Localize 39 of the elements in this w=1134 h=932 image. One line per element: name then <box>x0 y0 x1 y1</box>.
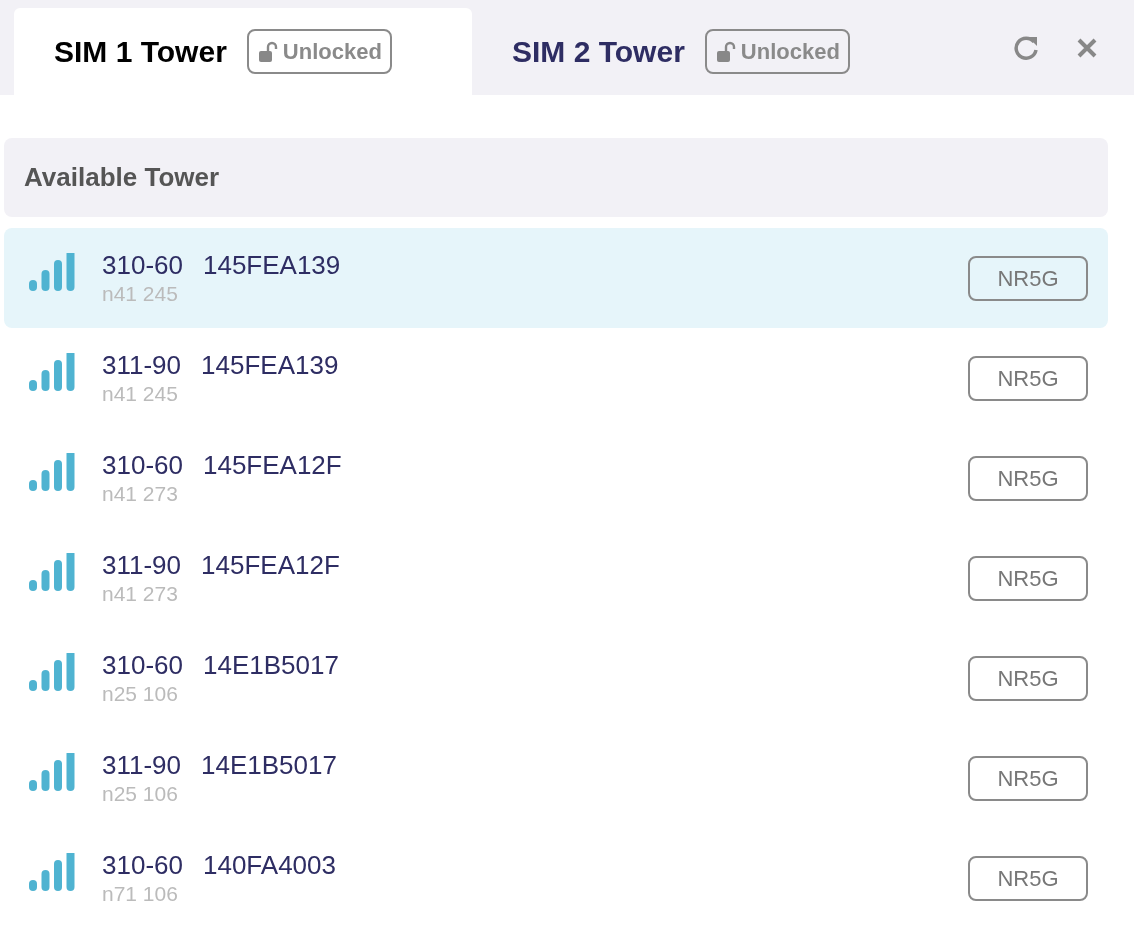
band-info: n71 106 <box>102 881 179 907</box>
cell-id: 145FEA12F <box>201 549 340 581</box>
tab-label: SIM 2 Tower <box>512 34 685 70</box>
band-info: n41 273 <box>102 481 179 507</box>
open-lock-icon <box>256 40 279 63</box>
band-info: n41 245 <box>102 381 179 407</box>
technology-tag: NR5G <box>968 755 1088 801</box>
tab[interactable]: SIM 1 Tower Unlocked <box>14 8 472 95</box>
operator-code: 310-60 <box>102 849 183 881</box>
cell-id: 14E1B5017 <box>202 649 339 681</box>
close-icon[interactable] <box>1076 36 1098 59</box>
lock-status-badge: Unlocked <box>246 29 392 74</box>
band-info: n41 273 <box>102 581 179 607</box>
operator-code: 310-60 <box>102 649 183 681</box>
cell-id: 145FEA12F <box>202 449 342 481</box>
operator-code: 311-90 <box>102 349 182 381</box>
technology-tag: NR5G <box>968 255 1088 301</box>
technology-tag: NR5G <box>968 855 1088 901</box>
open-lock-icon <box>714 40 737 63</box>
section-title: Available Tower <box>24 161 220 194</box>
operator-code: 310-60 <box>102 449 183 481</box>
cell-id: 14E1B5017 <box>201 749 337 781</box>
band-info: n41 245 <box>102 281 179 307</box>
operator-code: 311-90 <box>102 549 182 581</box>
technology-tag: NR5G <box>968 455 1088 501</box>
band-info: n25 106 <box>102 781 179 807</box>
technology-tag: NR5G <box>968 655 1088 701</box>
operator-code: 311-90 <box>102 749 182 781</box>
cell-id: 140FA4003 <box>202 849 336 881</box>
cell-id: 145FEA139 <box>202 249 341 281</box>
band-info: n25 106 <box>102 681 179 707</box>
operator-code: 310-60 <box>102 249 183 281</box>
tower-row[interactable]: 310-60 145FEA139 n41 245 NR5G <box>4 228 1108 328</box>
cell-id: 145FEA139 <box>201 349 339 381</box>
technology-tag: NR5G <box>968 555 1088 601</box>
technology-tag: NR5G <box>968 355 1088 401</box>
tab-label: SIM 1 Tower <box>54 34 227 70</box>
refresh-icon[interactable] <box>1012 33 1040 62</box>
lock-status-badge: Unlocked <box>704 29 850 74</box>
